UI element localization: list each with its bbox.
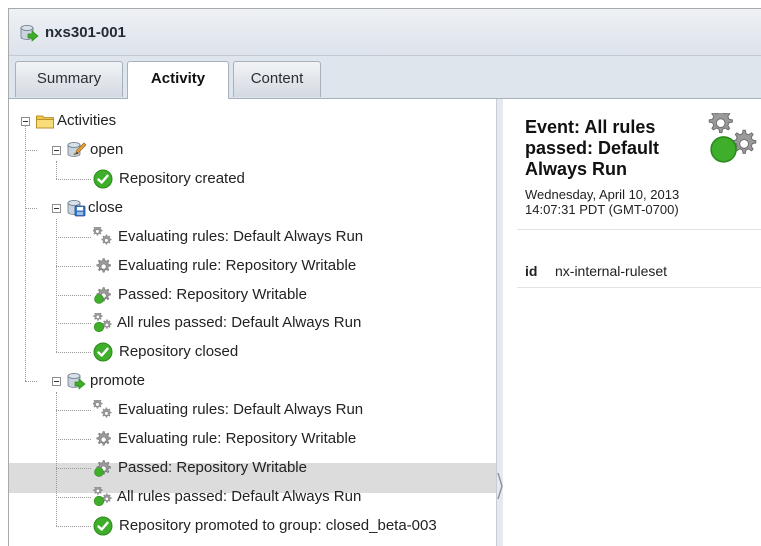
tree-connector — [25, 381, 37, 382]
tree-connector — [56, 179, 91, 180]
tree-item[interactable]: Evaluating rule: Repository Writable — [93, 253, 493, 279]
tree-item[interactable]: All rules passed: Default Always Run — [93, 310, 493, 336]
tree-root-activities[interactable]: Activities — [35, 108, 335, 134]
tree-item[interactable]: Evaluating rule: Repository Writable — [93, 426, 493, 452]
tree-item-label: Evaluating rules: Default Always Run — [118, 401, 364, 418]
tree-item[interactable]: Evaluating rules: Default Always Run — [93, 397, 493, 423]
tree-item[interactable]: Evaluating rules: Default Always Run — [93, 224, 493, 250]
tree-connector — [56, 323, 91, 324]
tree-connector — [56, 219, 57, 352]
tree-connector — [56, 439, 91, 440]
tab-bar: Summary Activity Content — [9, 56, 761, 99]
gears-icon — [93, 400, 113, 420]
tree-item[interactable]: Repository created — [93, 166, 493, 192]
panel-title: nxs301-001 — [45, 24, 126, 41]
tab-summary[interactable]: Summary — [15, 61, 123, 97]
repository-promote-icon — [19, 23, 39, 43]
repository-close-icon — [66, 198, 86, 218]
tree-group-open[interactable]: open — [66, 137, 366, 163]
repository-panel: nxs301-001 Summary Activity Content Acti… — [8, 8, 761, 546]
tree-item[interactable]: Repository promoted to group: closed_bet… — [93, 513, 493, 539]
tree-node-label: open — [90, 141, 124, 158]
tree-node-label: Activities — [57, 112, 117, 129]
tree-node-label: promote — [90, 372, 146, 389]
gear-icon — [93, 256, 113, 276]
event-timestamp: Wednesday, April 10, 2013 14:07:31 PDT (… — [525, 187, 679, 217]
tree-item-label: Evaluating rule: Repository Writable — [118, 257, 357, 274]
check-circle-icon — [93, 516, 113, 536]
repository-open-icon — [66, 140, 86, 160]
tree-item-label: All rules passed: Default Always Run — [117, 488, 362, 505]
tree-connector — [56, 410, 91, 411]
divider — [517, 229, 761, 230]
activity-tree: Activities open Repository created close… — [9, 99, 496, 546]
gears-check-icon — [93, 313, 113, 333]
tree-connector — [56, 352, 91, 353]
divider — [517, 287, 761, 288]
gear-check-icon — [93, 458, 113, 478]
tree-connector — [25, 150, 37, 151]
tree-connector — [56, 392, 57, 526]
tree-group-close[interactable]: close — [66, 195, 366, 221]
panel-header: nxs301-001 — [9, 9, 761, 56]
tab-content[interactable]: Content — [233, 61, 321, 97]
tree-item-selected[interactable]: All rules passed: Default Always Run — [93, 484, 493, 510]
tree-item[interactable]: Passed: Repository Writable — [93, 455, 493, 481]
property-key: id — [525, 263, 538, 279]
tree-node-label: close — [88, 199, 124, 216]
gears-icon — [93, 227, 113, 247]
gears-check-icon — [708, 113, 760, 165]
tree-item[interactable]: Repository closed — [93, 339, 493, 365]
event-title: Event: All rules passed: Default Always … — [525, 117, 660, 179]
collapse-toggle[interactable] — [52, 204, 61, 213]
folder-open-icon — [35, 111, 55, 131]
tree-item-label: Passed: Repository Writable — [118, 286, 307, 303]
tree-item-label: Repository created — [119, 170, 245, 187]
event-detail-panel: Event: All rules passed: Default Always … — [503, 99, 761, 546]
collapse-toggle[interactable] — [52, 146, 61, 155]
check-circle-icon — [93, 342, 113, 362]
tree-item-label: Passed: Repository Writable — [118, 459, 307, 476]
tree-item-label: Evaluating rules: Default Always Run — [118, 228, 364, 245]
tree-connector — [56, 295, 91, 296]
tree-connector — [56, 161, 57, 179]
tree-connector — [56, 266, 91, 267]
tree-item-label: Repository closed — [119, 343, 239, 360]
tree-connector — [56, 468, 91, 469]
gear-icon — [93, 429, 113, 449]
collapse-toggle[interactable] — [52, 377, 61, 386]
tree-group-promote[interactable]: promote — [66, 368, 366, 394]
tree-connector — [56, 497, 91, 498]
tree-connector — [25, 208, 37, 209]
tree-connector — [25, 121, 26, 381]
property-value: nx-internal-ruleset — [555, 263, 668, 279]
tree-connector — [56, 237, 91, 238]
event-date: Wednesday, April 10, 2013 — [525, 187, 680, 202]
tree-connector — [56, 526, 91, 527]
gears-check-icon — [93, 487, 113, 507]
tree-item-label: Evaluating rule: Repository Writable — [118, 430, 357, 447]
tree-item[interactable]: Passed: Repository Writable — [93, 282, 493, 308]
tree-item-label: All rules passed: Default Always Run — [117, 314, 362, 331]
check-circle-icon — [93, 169, 113, 189]
repository-promote-icon — [66, 371, 86, 391]
gear-check-icon — [93, 285, 113, 305]
collapse-toggle[interactable] — [21, 117, 30, 126]
tab-activity[interactable]: Activity — [127, 61, 229, 99]
tree-item-label: Repository promoted to group: closed_bet… — [119, 517, 437, 534]
event-time: 14:07:31 PDT (GMT-0700) — [525, 202, 679, 217]
